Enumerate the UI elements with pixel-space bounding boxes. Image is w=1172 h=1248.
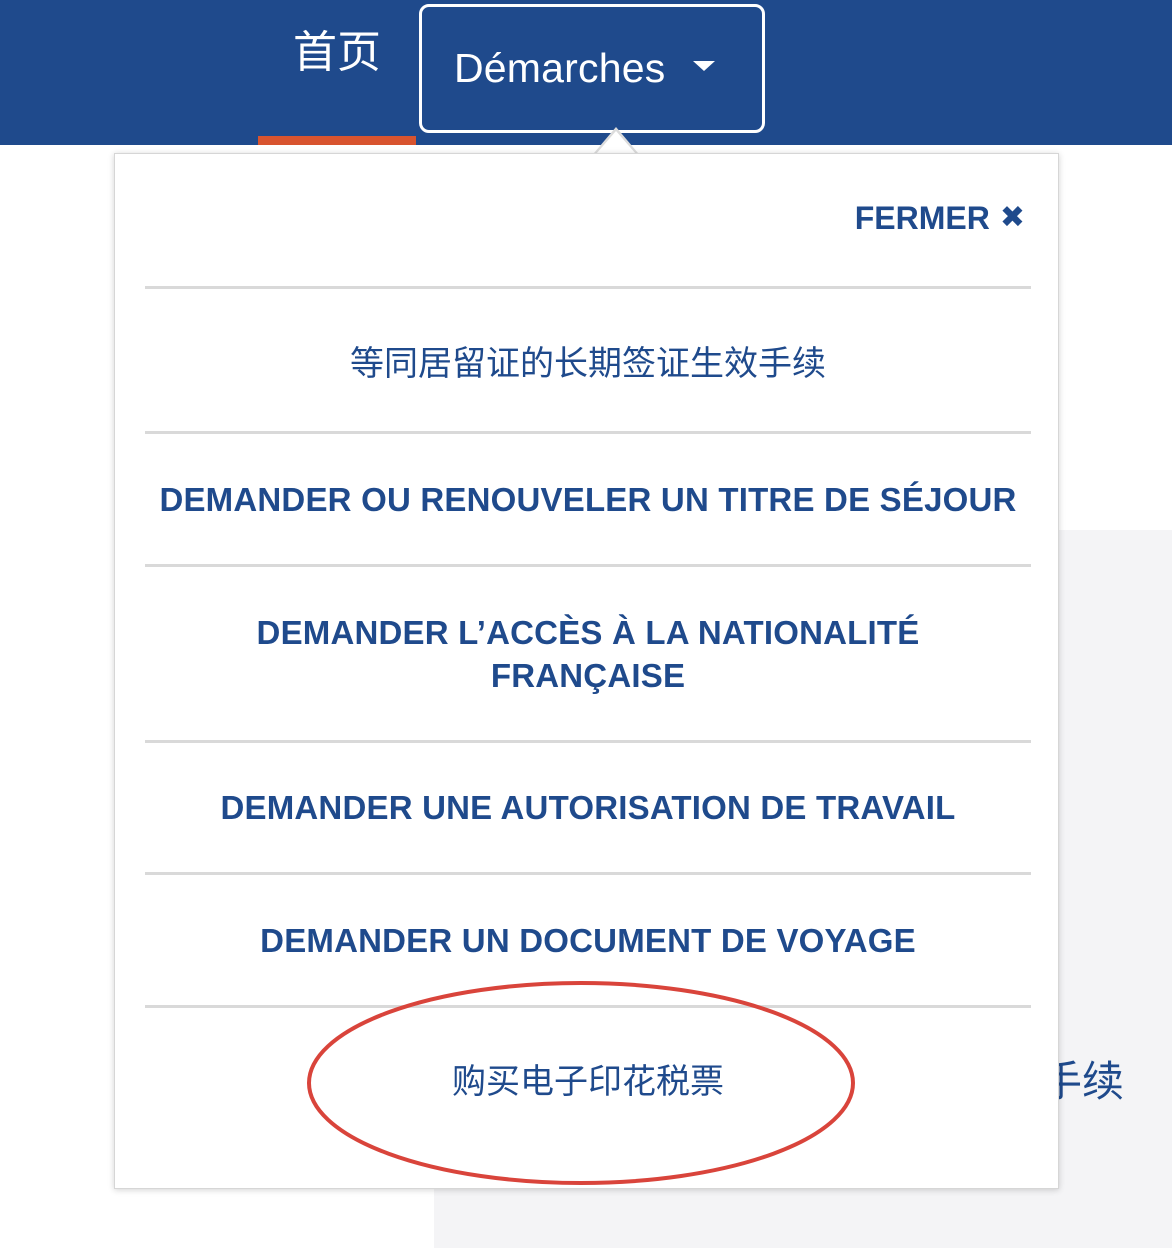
menu-item-electronic-tax-stamp[interactable]: 购买电子印花税票 (145, 1008, 1031, 1148)
menu-item-label: DEMANDER UN DOCUMENT DE VOYAGE (260, 921, 916, 959)
close-icon: ✖ (999, 201, 1025, 234)
menu-item-residence-permit[interactable]: DEMANDER OU RENOUVELER UN TITRE DE SÉJOU… (145, 434, 1031, 564)
nav-demarches-dropdown-button[interactable]: Démarches (419, 4, 765, 133)
active-tab-indicator (258, 136, 416, 145)
menu-item-travel-document[interactable]: DEMANDER UN DOCUMENT DE VOYAGE (145, 875, 1031, 1005)
nav-home-label: 首页 (293, 26, 381, 78)
menu-item-work-authorization[interactable]: DEMANDER UNE AUTORISATION DE TRAVAIL (145, 743, 1031, 872)
close-menu-label: FERMER (854, 199, 990, 236)
menu-item-label: 等同居留证的长期签证生效手续 (350, 343, 826, 384)
menu-item-label: DEMANDER UNE AUTORISATION DE TRAVAIL (220, 789, 956, 826)
nav-home-link[interactable]: 首页 (258, 0, 416, 145)
menu-item-label-line1: DEMANDER L’ACCÈS À LA NATIONALITÉ (256, 613, 920, 651)
menu-item-label: 购买电子印花税票 (452, 1061, 724, 1102)
menu-item-label-line2: FRANÇAISE (490, 656, 686, 694)
close-menu-button[interactable]: FERMER ✖ (815, 196, 1025, 240)
caret-down-icon (693, 60, 716, 71)
demarches-dropdown-menu: FERMER ✖ 等同居留证的长期签证生效手续 DEMANDER OU RENO… (114, 153, 1059, 1189)
menu-item-french-nationality[interactable]: DEMANDER L’ACCÈS À LA NATIONALITÉ FRANÇA… (145, 567, 1031, 740)
menu-item-long-stay-visa-validation[interactable]: 等同居留证的长期签证生效手续 (145, 289, 1031, 431)
dropdown-pointer-fill (596, 131, 636, 154)
nav-demarches-label: Démarches (454, 45, 666, 91)
menu-item-label: DEMANDER OU RENOUVELER UN TITRE DE SÉJOU… (159, 480, 1017, 518)
